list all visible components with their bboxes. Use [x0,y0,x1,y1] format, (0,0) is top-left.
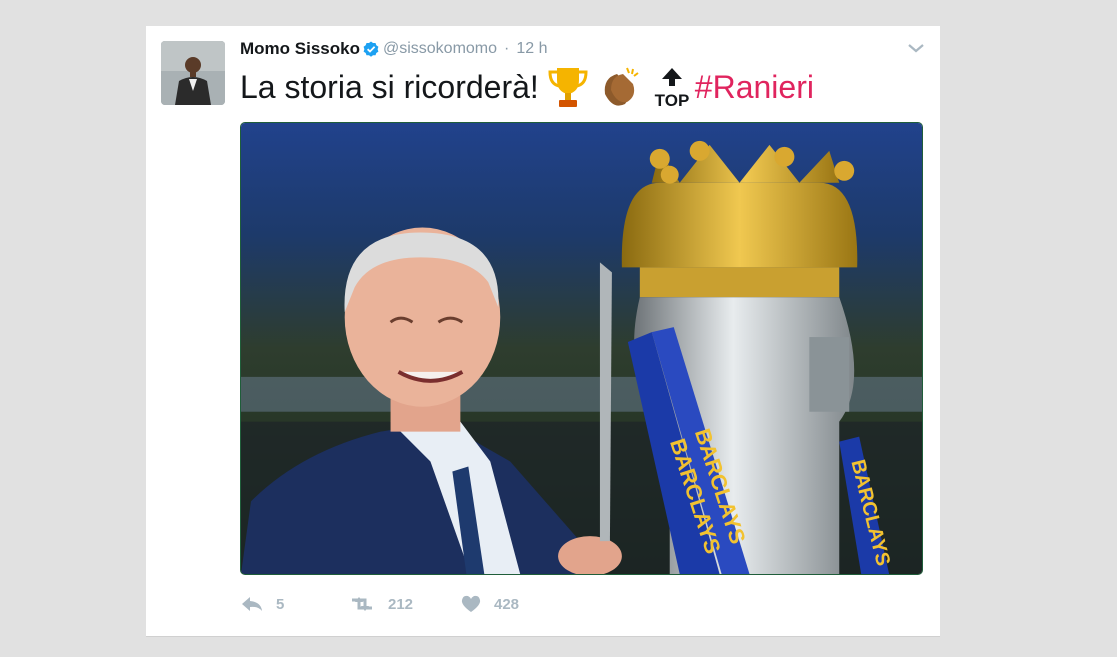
retweet-count: 212 [388,595,414,613]
tweet-card: Momo Sissoko @sissokomomo · 12 h La stor… [146,26,940,636]
reply-button[interactable]: 5 [240,594,348,614]
separator-dot: · [504,40,510,57]
heart-icon [461,595,481,612]
reply-count: 5 [276,595,285,613]
verified-badge-icon [363,41,379,57]
reply-icon [242,597,262,611]
hashtag-link[interactable]: #Ranieri [695,69,814,106]
retweet-icon [352,597,372,611]
top-label: TOP [654,91,689,110]
clapping-hands-emoji-icon [597,64,643,110]
tweet-header: Momo Sissoko @sissokomomo · 12 h [240,38,547,60]
tweet-actions: 5 212 428 [240,592,519,616]
tweet-text: La storia si ricorderà! TOP #Ranieri [240,64,814,110]
top-arrow-emoji-icon: TOP [649,64,695,110]
author-name[interactable]: Momo Sissoko [240,39,360,59]
like-button[interactable]: 428 [460,594,519,614]
chevron-down-icon[interactable] [904,38,928,58]
avatar[interactable] [161,41,225,105]
like-count: 428 [494,595,520,613]
retweet-button[interactable]: 212 [348,594,460,614]
tweet-body-text: La storia si ricorderà! [240,68,539,105]
tweet-media-photo[interactable]: BARCLAYS BARCLAYS BARCLAYS [240,122,923,575]
author-handle[interactable]: @sissokomomo [383,40,497,58]
card-divider [146,636,940,637]
trophy-emoji-icon [545,64,591,110]
tweet-timestamp[interactable]: 12 h [516,40,547,58]
